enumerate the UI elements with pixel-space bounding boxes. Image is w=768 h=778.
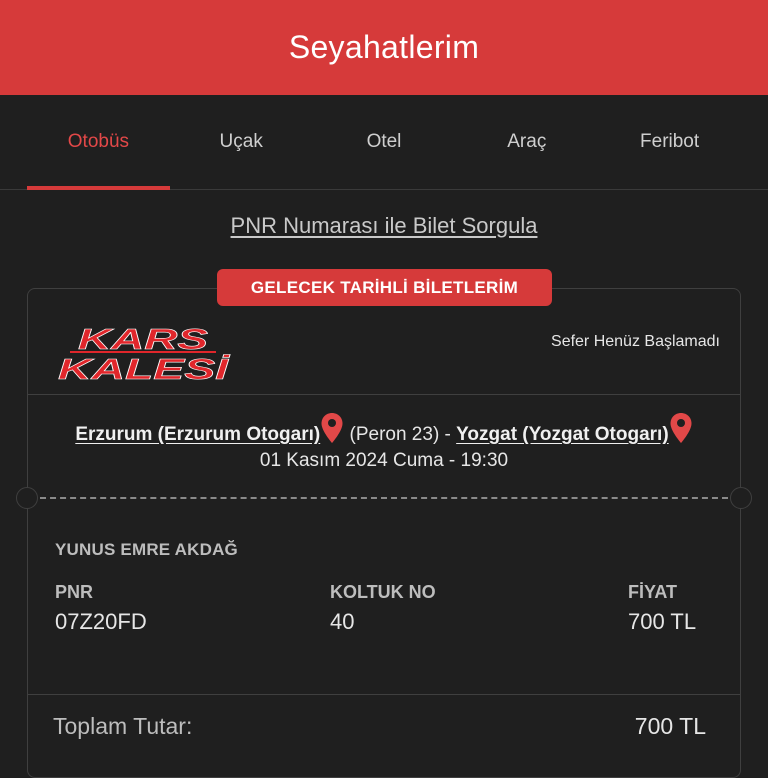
page-title: Seyahatlerim [288,29,480,65]
location-pin-icon[interactable] [320,412,344,444]
total-value: 700 TL [634,713,706,739]
total-label: Toplam Tutar: [53,713,193,739]
tab-feribot[interactable]: Feribot [598,95,741,189]
price-label: FİYAT [628,582,678,602]
pnr-query-link[interactable]: PNR Numarası ile Bilet Sorgula [0,213,768,239]
location-pin-icon[interactable] [669,412,693,444]
tab-arac[interactable]: Araç [455,95,598,189]
destination-link[interactable]: Yozgat (Yozgat Otogarı) [456,424,669,445]
route-line: Erzurum (Erzurum Otogarı) (Peron 23) - Y… [28,412,740,448]
origin-link[interactable]: Erzurum (Erzurum Otogarı) [75,424,320,445]
tab-ucak[interactable]: Uçak [170,95,313,189]
ticket-notch-right [730,487,752,509]
platform-text: (Peron 23) - [349,424,451,445]
section-badge: GELECEK TARİHLİ BİLETLERİM [217,269,552,306]
trip-status: Sefer Henüz Başlamadı [551,333,720,350]
perforation-line [40,497,728,499]
price-value: 700 TL [628,609,697,634]
app-header: Seyahatlerim [0,0,768,95]
divider [28,694,740,695]
pnr-label: PNR [55,582,94,602]
tab-otel[interactable]: Otel [313,95,456,189]
svg-text:KALESİ: KALESİ [58,354,231,384]
pnr-value: 07Z20FD [55,609,147,634]
seat-value: 40 [330,609,355,634]
seat-label: KOLTUK NO [330,582,436,602]
divider [28,394,740,395]
tab-bar: Otobüs Uçak Otel Araç Feribot [0,95,768,190]
ticket-notch-left [16,487,38,509]
departure-datetime: 01 Kasım 2024 Cuma - 19:30 [259,450,509,471]
kars-kalesi-logo: KARS KALESİ [58,324,231,384]
tab-otobus[interactable]: Otobüs [27,95,170,190]
passenger-name: YUNUS EMRE AKDAĞ [55,540,238,559]
